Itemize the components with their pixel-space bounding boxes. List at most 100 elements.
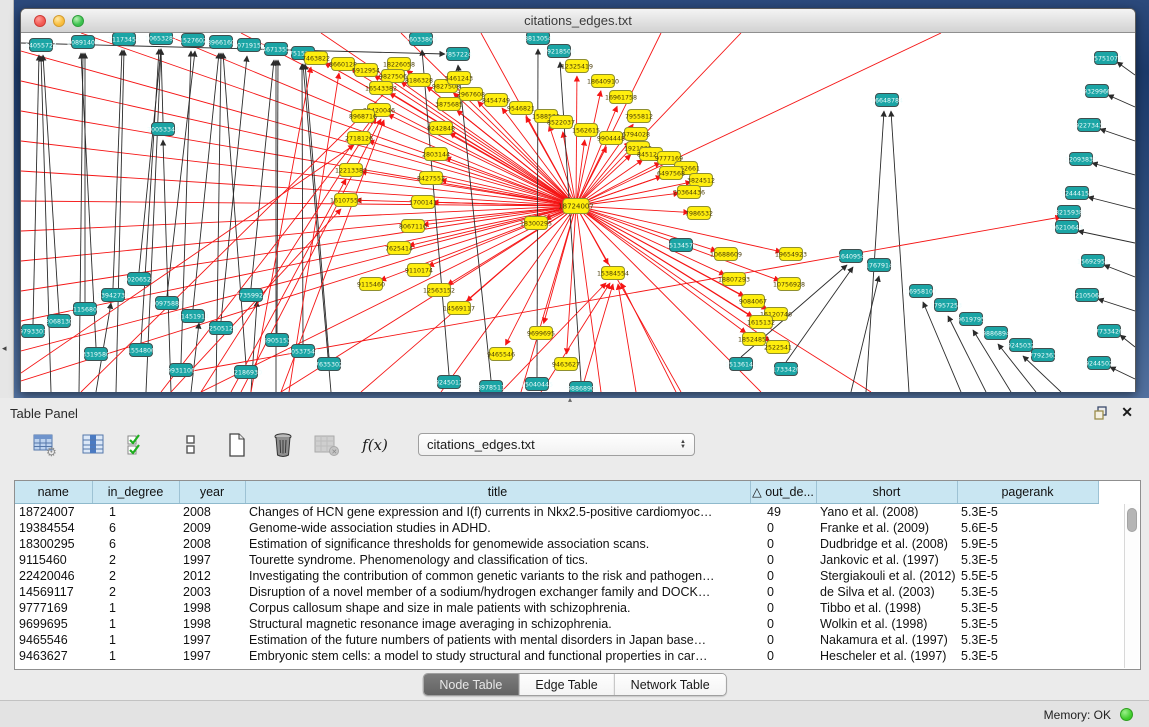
graph-node[interactable]: 7733426: [1095, 325, 1123, 338]
graph-node[interactable]: 16648784: [871, 94, 903, 107]
graph-node[interactable]: 9699695: [527, 327, 555, 340]
graph-node[interactable]: 8966160: [207, 36, 235, 49]
citation-edge[interactable]: [1120, 335, 1135, 347]
graph-node[interactable]: 20053346: [147, 123, 179, 136]
graph-node[interactable]: 7625414: [385, 242, 413, 255]
node-table[interactable]: namein_degreeyeartitle△ out_de...shortpa…: [15, 481, 1099, 664]
network-canvas[interactable]: 1405572420891406211734591065328715276028…: [21, 33, 1135, 392]
table-row[interactable]: 977716911998Corpus callosum shape and si…: [15, 600, 1098, 616]
graph-node[interactable]: 9242848: [427, 122, 455, 135]
graph-node[interactable]: 7955812: [625, 110, 653, 123]
citation-edge-red[interactable]: [21, 206, 576, 321]
close-panel-icon[interactable]: ✕: [1121, 404, 1133, 421]
table-type-tabs[interactable]: Node TableEdge TableNetwork Table: [422, 673, 726, 696]
graph-node[interactable]: 6794028: [622, 128, 650, 141]
graph-node[interactable]: 15384554: [597, 267, 629, 280]
graph-node[interactable]: 15692951: [1077, 255, 1109, 268]
column-header-short[interactable]: short: [816, 481, 957, 503]
graph-node[interactable]: 9245012: [435, 376, 463, 389]
citation-edge[interactable]: [1108, 95, 1135, 107]
graph-node[interactable]: 9227343: [1075, 119, 1103, 132]
citation-edge-red[interactable]: [621, 283, 676, 392]
graph-node[interactable]: 1562615: [572, 124, 600, 137]
graph-node[interactable]: 19218506: [543, 45, 575, 58]
graph-node[interactable]: 7986532: [685, 207, 713, 220]
graph-node[interactable]: 11156809: [69, 303, 101, 316]
citation-edge[interactable]: [163, 140, 171, 392]
citation-edge-red[interactable]: [21, 171, 576, 206]
graph-node[interactable]: 16033809: [405, 33, 437, 46]
citation-edge[interactable]: [1100, 129, 1135, 141]
citation-edge[interactable]: [79, 53, 83, 392]
citation-edge[interactable]: [891, 111, 909, 392]
graph-node[interactable]: 9084067: [739, 295, 767, 308]
tab-edge-table[interactable]: Edge Table: [519, 674, 614, 695]
graph-node[interactable]: 20206526: [123, 273, 155, 286]
graph-node[interactable]: 8968716: [349, 110, 377, 123]
column-header-year[interactable]: year: [179, 481, 245, 503]
delete-column-button[interactable]: [268, 430, 298, 460]
column-visibility-button[interactable]: [78, 430, 108, 460]
table-scrollbar[interactable]: [1124, 504, 1139, 668]
table-scrollbar-thumb[interactable]: [1127, 508, 1137, 532]
citation-edge[interactable]: [43, 55, 59, 314]
graph-node[interactable]: 2068130: [45, 315, 73, 328]
graph-node[interactable]: 20891406: [67, 36, 99, 49]
graph-node[interactable]: 11451914: [177, 310, 209, 323]
graph-node[interactable]: 9886890: [567, 382, 595, 393]
table-row[interactable]: 946362711997Embryonic stem cells: a mode…: [15, 648, 1098, 664]
graph-node[interactable]: 3319580: [82, 348, 110, 361]
window-titlebar[interactable]: citations_edges.txt: [21, 9, 1135, 33]
graph-node[interactable]: 7463822: [302, 52, 330, 65]
graph-node[interactable]: 9546821: [507, 102, 535, 115]
new-column-button[interactable]: [222, 430, 252, 460]
table-row[interactable]: 1456911722003Disruption of a novel membe…: [15, 584, 1098, 600]
graph-node[interactable]: 2522541: [764, 341, 792, 354]
tab-node-table[interactable]: Node Table: [423, 674, 519, 695]
graph-node[interactable]: 9619795: [957, 313, 985, 326]
graph-node[interactable]: 3824512: [687, 174, 715, 187]
graph-node[interactable]: 3875685: [435, 98, 463, 111]
graph-node[interactable]: 10756928: [773, 278, 805, 291]
graph-node[interactable]: 7792363: [1029, 349, 1057, 362]
graph-node[interactable]: 7857224: [444, 48, 472, 61]
table-row[interactable]: 1938455462009Genome-wide association stu…: [15, 520, 1098, 536]
graph-node[interactable]: 9110174: [405, 264, 433, 277]
graph-node[interactable]: 2967608: [457, 88, 485, 101]
table-row[interactable]: 1872400712008Changes of HCN gene express…: [15, 503, 1098, 520]
column-header-pagerank[interactable]: pagerank: [957, 481, 1098, 503]
table-row[interactable]: 2242004622012Investigating the contribut…: [15, 568, 1098, 584]
graph-node[interactable]: 8427552: [417, 172, 445, 185]
citation-edge[interactable]: [139, 49, 161, 272]
graph-node[interactable]: 9886894: [982, 327, 1010, 340]
graph-node[interactable]: 1700141: [409, 196, 437, 209]
citation-edge[interactable]: [851, 276, 879, 392]
network-window[interactable]: citations_edges.txt 14055724208914062117…: [20, 8, 1136, 392]
graph-node[interactable]: 15134575: [665, 239, 697, 252]
citation-edge-red[interactable]: [576, 33, 741, 206]
graph-node[interactable]: 9245032: [1007, 339, 1035, 352]
graph-node[interactable]: 15751074: [1090, 52, 1122, 65]
graph-node[interactable]: 8186328: [405, 74, 433, 87]
table-select-dropdown[interactable]: citations_edges.txt ▲▼: [418, 433, 695, 456]
graph-node[interactable]: 1554806: [127, 344, 155, 357]
graph-node[interactable]: 18226058: [383, 58, 415, 71]
graph-node[interactable]: 12505123: [205, 322, 237, 335]
citation-edge[interactable]: [303, 64, 331, 392]
graph-node[interactable]: 8813054: [524, 33, 552, 45]
graph-node[interactable]: 10975887: [151, 297, 183, 310]
graph-node[interactable]: 5905153: [263, 334, 291, 347]
citation-edge[interactable]: [948, 316, 986, 392]
citation-edge[interactable]: [1104, 265, 1135, 277]
graph-node[interactable]: 8454749: [482, 94, 510, 107]
column-header-title[interactable]: title: [245, 481, 750, 503]
citation-edge-red[interactable]: [581, 284, 613, 392]
graph-node[interactable]: 12186930: [230, 366, 262, 379]
graph-node[interactable]: 1640954: [837, 250, 865, 263]
graph-node[interactable]: 20537540: [287, 345, 319, 358]
graph-node[interactable]: 15136141: [725, 358, 757, 371]
left-panel-splitter[interactable]: ◂: [0, 0, 14, 398]
citation-edge[interactable]: [113, 50, 122, 288]
graph-node[interactable]: 14055724: [25, 39, 57, 52]
graph-node[interactable]: 8215938: [1055, 206, 1083, 219]
